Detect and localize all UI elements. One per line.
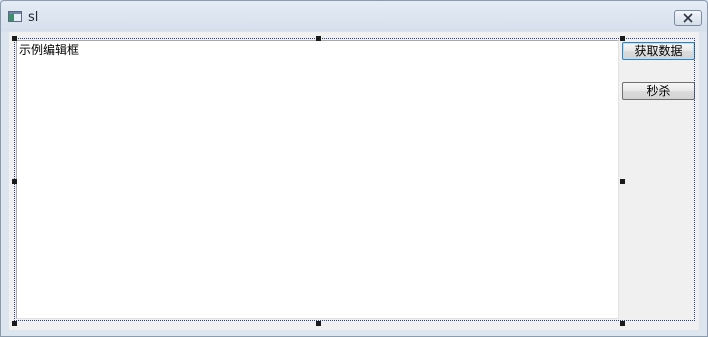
resize-handle-top-left[interactable] [12,36,17,41]
app-window: sl 示例编辑框 获取数据 秒杀 [0,0,708,337]
close-icon [683,13,693,23]
get-data-button[interactable]: 获取数据 [622,42,695,60]
dialog-client-area: 示例编辑框 获取数据 秒杀 [9,32,699,330]
resize-handle-bottom-left[interactable] [12,321,17,326]
resize-handle-left[interactable] [12,179,17,184]
edit-box-text: 示例编辑框 [19,43,80,57]
resize-handle-top[interactable] [316,36,321,41]
resize-handle-bottom-right[interactable] [620,321,625,326]
seckill-button[interactable]: 秒杀 [622,82,695,100]
resize-handle-top-right[interactable] [620,36,625,41]
title-bar[interactable]: sl [1,1,707,32]
close-button[interactable] [674,10,702,26]
resize-handle-bottom[interactable] [316,321,321,326]
resize-handle-right[interactable] [620,179,625,184]
app-window-icon [8,11,22,22]
window-title: sl [28,10,39,25]
sample-edit-box[interactable]: 示例编辑框 [16,40,619,319]
